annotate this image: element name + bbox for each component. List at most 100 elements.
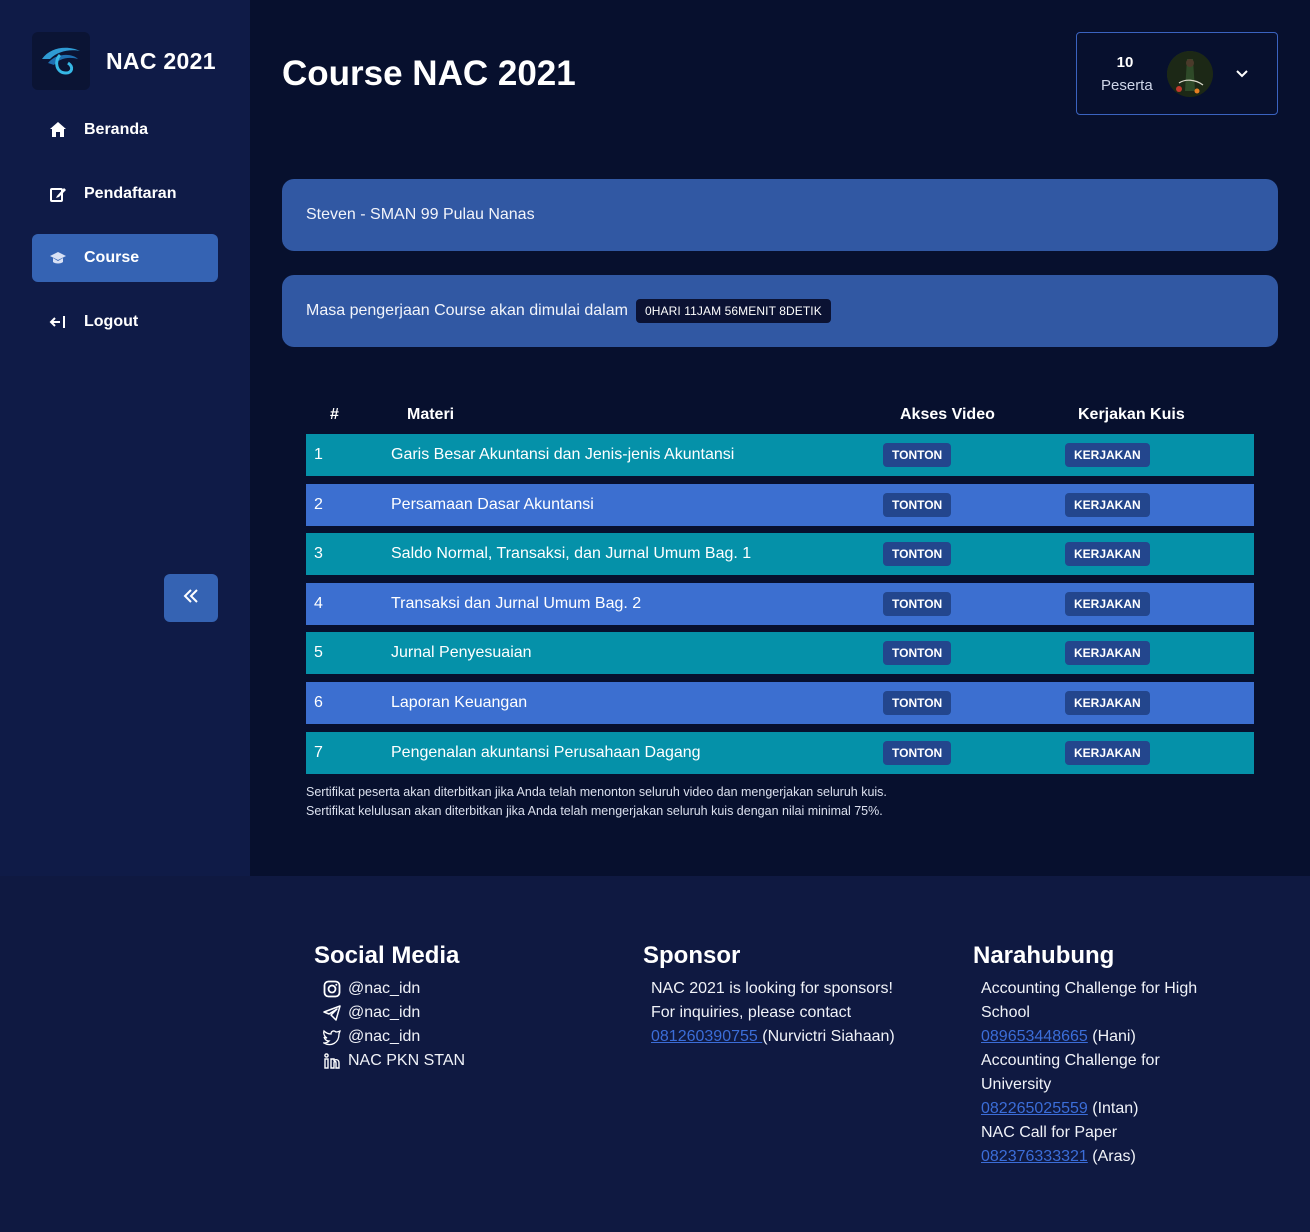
footer-social-title: Social Media [314, 942, 460, 969]
contact-entry: 089653448665 (Hani) [973, 1025, 1233, 1049]
sidebar-item-logout[interactable]: Logout [32, 298, 218, 346]
chevron-down-icon[interactable] [1235, 67, 1249, 81]
collapse-sidebar-button[interactable] [164, 574, 218, 622]
main-content: Course NAC 2021 10 Peserta Steven - SMAN… [250, 0, 1310, 876]
cell-kuis: KERJAKAN [1065, 591, 1254, 616]
kerjakan-button[interactable]: KERJAKAN [1065, 690, 1150, 715]
home-icon [48, 120, 68, 140]
table-row: 2 Persamaan Dasar Akuntansi TONTON KERJAKAN [306, 483, 1254, 526]
countdown-card: Masa pengerjaan Course akan dimulai dala… [282, 275, 1278, 347]
avatar[interactable] [1167, 50, 1213, 97]
sidebar-item-label: Beranda [84, 121, 149, 138]
table-row: 4 Transaksi dan Jurnal Umum Bag. 2 TONTON K… [306, 582, 1254, 625]
brand[interactable]: NAC 2021 [32, 32, 216, 90]
table-row: 3 Saldo Normal, Transaksi, dan Jurnal Umu… [306, 533, 1254, 576]
table-row: 6 Laporan Keuangan TONTON KERJAKAN [306, 681, 1254, 724]
profile-dropdown[interactable]: 10 Peserta [1076, 32, 1278, 115]
row-materi: Persamaan Dasar Akuntansi [391, 495, 594, 513]
kerjakan-button[interactable]: KERJAKAN [1065, 492, 1150, 517]
social-instagram[interactable]: @nac_idn [314, 977, 465, 1001]
tonton-button[interactable]: TONTON [883, 492, 952, 517]
countdown-badge: 0HARI 11JAM 56MENIT 8DETIK [635, 299, 831, 323]
contact-phone-link[interactable]: 089653448665 [981, 1028, 1088, 1045]
sidebar-item-label: Pendaftaran [84, 185, 177, 202]
tonton-button[interactable]: TONTON [883, 591, 952, 616]
footer-contact: Narahubung Accounting Challenge for High… [973, 942, 1233, 1169]
note-participant-certificate: Sertifikat peserta akan diterbitkan jika… [306, 785, 887, 799]
table-row: 7 Pengenalan akuntansi Perusahaan Dagang T… [306, 731, 1254, 774]
sponsor-contact: 081260390755 (Nurvictri Siahaan) [643, 1025, 943, 1049]
row-materi: Transaksi dan Jurnal Umum Bag. 2 [391, 594, 642, 612]
twitter-icon [322, 1027, 342, 1047]
cell-video: TONTON [883, 443, 1066, 467]
tonton-button[interactable]: TONTON [883, 542, 952, 567]
col-header-num: # [330, 406, 339, 423]
contact-label: Accounting Challenge for High School [981, 980, 1198, 1021]
social-twitter[interactable]: @nac_idn [314, 1025, 465, 1049]
tonton-button[interactable]: TONTON [883, 641, 952, 666]
kerjakan-button[interactable]: KERJAKAN [1065, 740, 1150, 765]
tonton-button[interactable]: TONTON [883, 443, 952, 467]
footer-contact-title: Narahubung [973, 942, 1115, 969]
double-chevron-left-icon [183, 588, 199, 609]
contact-name: (Aras) [1092, 1148, 1136, 1165]
sponsor-line-2: For inquiries, please contact [651, 1004, 852, 1021]
cell-kuis: KERJAKAN [1065, 443, 1254, 467]
cell-kuis: KERJAKAN [1065, 542, 1254, 567]
contact-label: Accounting Challenge for University [981, 1052, 1160, 1093]
cell-kuis: KERJAKAN [1065, 492, 1254, 517]
social-label: @nac_idn [348, 1028, 421, 1045]
sidebar: NAC 2021 Beranda Pendaftaran Course Logo… [0, 0, 250, 876]
social-linkedin[interactable]: NAC PKN STAN [314, 1049, 465, 1073]
participant-name: Steven - SMAN 99 Pulau Nanas [306, 206, 535, 223]
countdown-text: Masa pengerjaan Course akan dimulai dala… [306, 302, 628, 319]
sponsor-phone-link[interactable]: 081260390755 [651, 1028, 762, 1045]
sidebar-item-label: Course [84, 249, 140, 266]
logout-icon [48, 312, 68, 332]
course-table: # Materi Akses Video Kerjakan Kuis 1 Gari… [306, 396, 1254, 781]
kerjakan-button[interactable]: KERJAKAN [1065, 542, 1150, 567]
certificate-notes: Sertifikat peserta akan diterbitkan jika… [306, 783, 887, 821]
linkedin-icon [322, 1051, 342, 1071]
tonton-button[interactable]: TONTON [883, 740, 952, 765]
row-number: 1 [314, 446, 323, 463]
kerjakan-button[interactable]: KERJAKAN [1065, 591, 1150, 616]
sidebar-item-pendaftaran[interactable]: Pendaftaran [32, 170, 218, 218]
table-body: 1 Garis Besar Akuntansi dan Jenis-jenis A… [306, 434, 1254, 774]
edit-icon [48, 184, 68, 204]
kerjakan-button[interactable]: KERJAKAN [1065, 443, 1150, 467]
row-number: 5 [314, 644, 323, 662]
brand-name: NAC 2021 [106, 47, 216, 74]
row-materi: Pengenalan akuntansi Perusahaan Dagang [391, 743, 701, 761]
participant-count: 10 [1116, 53, 1134, 71]
table-header: # Materi Akses Video Kerjakan Kuis [306, 396, 1254, 434]
col-header-kuis: Kerjakan Kuis [1078, 406, 1185, 423]
contact-phone-link[interactable]: 082376333321 [981, 1148, 1088, 1165]
footer-sponsor-title: Sponsor [643, 942, 741, 969]
row-number: 7 [314, 743, 323, 761]
social-telegram[interactable]: @nac_idn [314, 1001, 465, 1025]
contact-name: (Intan) [1092, 1100, 1139, 1117]
kerjakan-button[interactable]: KERJAKAN [1065, 641, 1150, 666]
table-row: 5 Jurnal Penyesuaian TONTON KERJAKAN [306, 632, 1254, 675]
contact-entry: 082376333321 (Aras) [973, 1145, 1233, 1169]
sponsor-line-1: NAC 2021 is looking for sponsors! [651, 980, 893, 997]
nac-logo-icon[interactable] [32, 32, 90, 90]
footer-social: Social Media @nac_idn @nac_idn @nac_idn … [314, 942, 465, 1073]
telegram-icon [322, 1003, 342, 1023]
sidebar-item-beranda[interactable]: Beranda [32, 106, 218, 154]
row-materi: Saldo Normal, Transaksi, dan Jurnal Umum… [391, 545, 752, 563]
contact-phone-link[interactable]: 082265025559 [981, 1100, 1088, 1117]
graduation-cap-icon [48, 248, 68, 268]
cell-kuis: KERJAKAN [1065, 690, 1254, 715]
cell-video: TONTON [883, 690, 1066, 715]
page-title: Course NAC 2021 [282, 54, 576, 93]
cell-kuis: KERJAKAN [1065, 641, 1254, 666]
contact-name: (Hani) [1092, 1028, 1136, 1045]
participant-card: Steven - SMAN 99 Pulau Nanas [282, 179, 1278, 251]
footer: Social Media @nac_idn @nac_idn @nac_idn … [0, 876, 1310, 1232]
sidebar-item-course[interactable]: Course [32, 234, 218, 282]
tonton-button[interactable]: TONTON [883, 690, 952, 715]
contact-label: NAC Call for Paper [981, 1124, 1118, 1141]
cell-video: TONTON [883, 591, 1066, 616]
